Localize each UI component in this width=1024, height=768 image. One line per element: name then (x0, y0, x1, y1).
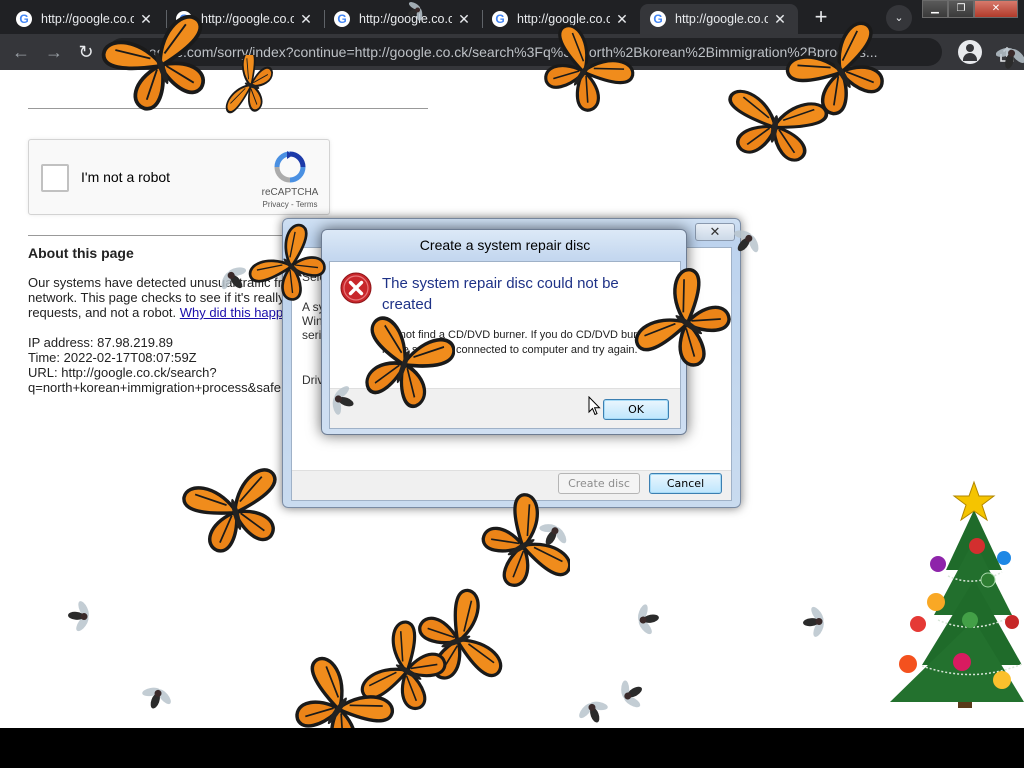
about-heading: About this page (28, 245, 134, 261)
minimize-button[interactable]: ▁ (922, 0, 948, 18)
create-disc-button[interactable]: Create disc (558, 473, 640, 494)
recaptcha-label: I'm not a robot (81, 169, 171, 185)
cancel-button[interactable]: Cancel (649, 473, 722, 494)
fly-decoration-icon (633, 602, 662, 636)
butterfly-decoration-icon (530, 20, 639, 120)
butterfly-decoration-icon (245, 220, 335, 310)
recaptcha-widget: I'm not a robot reCAPTCHA Privacy - Term… (28, 139, 330, 215)
recaptcha-terms-link[interactable]: Privacy - Terms (249, 200, 331, 209)
fly-decoration-icon (220, 265, 250, 295)
fly-decoration-icon (728, 226, 762, 260)
forward-button[interactable]: → (42, 40, 66, 64)
fly-decoration-icon (996, 42, 1024, 74)
google-favicon-icon: G (492, 11, 508, 27)
google-favicon-icon: G (650, 11, 666, 27)
blocked-url: URL: http://google.co.ck/search? (28, 365, 217, 380)
reload-button[interactable]: ↻ (74, 40, 98, 64)
fly-decoration-icon (801, 604, 828, 640)
close-tab-icon[interactable]: ✕ (298, 11, 314, 28)
butterfly-decoration-icon (719, 87, 830, 167)
fly-decoration-icon (140, 682, 172, 715)
fly-decoration-icon (326, 383, 360, 419)
ip-address: IP address: 87.98.219.89 (28, 335, 174, 350)
back-button[interactable]: ← (9, 40, 33, 64)
recaptcha-brand: reCAPTCHA (261, 187, 319, 198)
profile-icon[interactable] (958, 40, 982, 64)
google-favicon-icon: G (16, 11, 32, 27)
butterfly-decoration-icon (355, 313, 455, 416)
fly-decoration-icon (402, 0, 426, 24)
butterfly-decoration-icon (630, 265, 740, 380)
christmas-tree-icon (890, 480, 1024, 708)
ok-button[interactable]: OK (603, 399, 669, 420)
bottom-black-bar (0, 728, 1024, 768)
close-tab-icon[interactable]: ✕ (456, 11, 472, 28)
fly-decoration-icon (578, 698, 610, 728)
fly-decoration-icon (536, 520, 568, 552)
recaptcha-logo-icon (274, 151, 306, 183)
mouse-cursor-icon (588, 396, 601, 416)
fly-decoration-icon (66, 598, 93, 634)
dialog-text-fragment: seri (302, 328, 322, 342)
maximize-button[interactable]: ❐ (948, 0, 974, 18)
window-controls: ▁ ❐ ✕ (922, 0, 1018, 18)
recaptcha-checkbox[interactable] (41, 164, 69, 192)
butterfly-decoration-icon (223, 55, 279, 115)
window-close-button[interactable]: ✕ (974, 0, 1018, 18)
butterfly-decoration-icon (180, 465, 290, 559)
tab-title: http://google.co.ck (675, 12, 768, 26)
timestamp: Time: 2022-02-17T08:07:59Z (28, 350, 197, 365)
browser-tab-active[interactable]: G http://google.co.ck ✕ (640, 4, 798, 34)
dialog-text-fragment: Win (302, 314, 323, 328)
blocked-url-query: q=north+korean+immigration+process&safe (28, 380, 281, 395)
google-favicon-icon: G (334, 11, 350, 27)
fly-decoration-icon (616, 676, 650, 710)
about-text: requests, and not a robot. (28, 305, 180, 320)
error-icon (340, 272, 372, 304)
error-dialog-title: Create a system repair disc (419, 237, 591, 253)
